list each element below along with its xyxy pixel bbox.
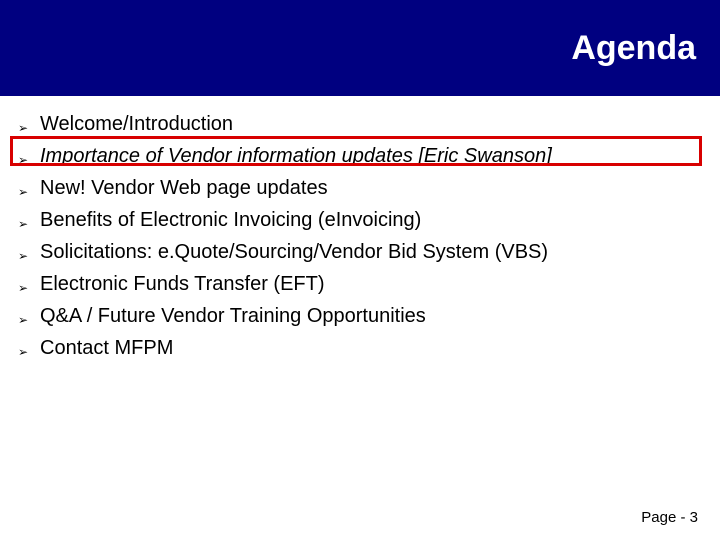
agenda-item: ➢ Solicitations: e.Quote/Sourcing/Vendor… xyxy=(18,238,702,270)
agenda-item: ➢ Contact MFPM xyxy=(18,334,702,366)
triangle-bullet-icon: ➢ xyxy=(18,206,40,238)
agenda-item: ➢ Benefits of Electronic Invoicing (eInv… xyxy=(18,206,702,238)
agenda-item-text: Benefits of Electronic Invoicing (eInvoi… xyxy=(40,206,421,234)
agenda-item-text: Solicitations: e.Quote/Sourcing/Vendor B… xyxy=(40,238,548,266)
triangle-bullet-icon: ➢ xyxy=(18,334,40,366)
triangle-bullet-icon: ➢ xyxy=(18,270,40,302)
triangle-bullet-icon: ➢ xyxy=(18,174,40,206)
agenda-item: ➢ Electronic Funds Transfer (EFT) xyxy=(18,270,702,302)
slide-title: Agenda xyxy=(571,29,696,68)
page-number: Page - 3 xyxy=(641,509,698,526)
slide-content: ➢ Welcome/Introduction ➢ Importance of V… xyxy=(0,110,720,366)
agenda-item-text: Electronic Funds Transfer (EFT) xyxy=(40,270,325,298)
triangle-bullet-icon: ➢ xyxy=(18,110,40,142)
agenda-item-text: Importance of Vendor information updates… xyxy=(40,142,552,170)
agenda-item: ➢ Q&A / Future Vendor Training Opportuni… xyxy=(18,302,702,334)
triangle-bullet-icon: ➢ xyxy=(18,302,40,334)
agenda-list: ➢ Welcome/Introduction ➢ Importance of V… xyxy=(18,110,702,366)
slide: Agenda ➢ Welcome/Introduction ➢ Importan… xyxy=(0,0,720,540)
agenda-item-text: Welcome/Introduction xyxy=(40,110,233,138)
triangle-bullet-icon: ➢ xyxy=(18,238,40,270)
triangle-bullet-icon: ➢ xyxy=(18,142,40,174)
agenda-item-text: New! Vendor Web page updates xyxy=(40,174,328,202)
agenda-item-text: Contact MFPM xyxy=(40,334,173,362)
slide-header: Agenda xyxy=(0,0,720,96)
agenda-item: ➢ New! Vendor Web page updates xyxy=(18,174,702,206)
agenda-item-text: Q&A / Future Vendor Training Opportuniti… xyxy=(40,302,426,330)
agenda-item: ➢ Importance of Vendor information updat… xyxy=(18,142,702,174)
agenda-item: ➢ Welcome/Introduction xyxy=(18,110,702,142)
